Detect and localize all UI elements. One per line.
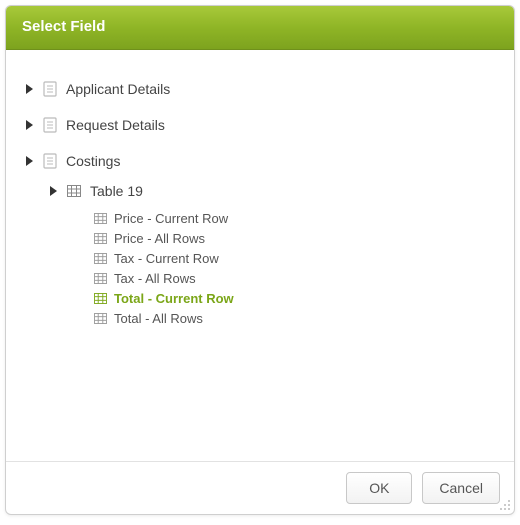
table-icon <box>92 273 108 284</box>
tree-node-label: Request Details <box>66 117 165 133</box>
field-tree: Applicant Details Request Details <box>24 78 496 328</box>
document-icon <box>42 81 58 97</box>
table-icon <box>92 313 108 324</box>
dialog-footer: OK Cancel <box>6 461 514 514</box>
table-icon <box>66 185 82 197</box>
tree-leaf-price-current-row[interactable]: Price - Current Row <box>92 208 496 228</box>
tree-leaf-total-all-rows[interactable]: Total - All Rows <box>92 308 496 328</box>
expand-collapse-icon[interactable] <box>24 84 36 94</box>
dialog-titlebar: Select Field <box>6 6 514 50</box>
table-icon <box>92 293 108 304</box>
tree-leaf-tax-current-row[interactable]: Tax - Current Row <box>92 248 496 268</box>
table-icon <box>92 253 108 264</box>
document-icon <box>42 153 58 169</box>
tree-node-label: Table 19 <box>90 183 143 199</box>
tree-leaf-label: Tax - Current Row <box>114 251 219 266</box>
dialog-title: Select Field <box>22 18 105 35</box>
expand-collapse-icon[interactable] <box>24 156 36 166</box>
tree-node-table-19[interactable]: Table 19 <box>48 180 496 202</box>
tree-leaf-tax-all-rows[interactable]: Tax - All Rows <box>92 268 496 288</box>
tree-node-label: Costings <box>66 153 120 169</box>
document-icon <box>42 117 58 133</box>
tree-leaf-label: Price - All Rows <box>114 231 205 246</box>
tree-leaf-label: Total - Current Row <box>114 291 234 306</box>
dialog-content: Applicant Details Request Details <box>6 50 514 461</box>
tree-leaf-total-current-row[interactable]: Total - Current Row <box>92 288 496 308</box>
cancel-button[interactable]: Cancel <box>422 472 500 504</box>
resize-grip-icon[interactable] <box>497 497 511 511</box>
table-icon <box>92 213 108 224</box>
expand-collapse-icon[interactable] <box>48 186 60 196</box>
expand-collapse-icon[interactable] <box>24 120 36 130</box>
tree-node-label: Applicant Details <box>66 81 170 97</box>
tree-node-applicant-details[interactable]: Applicant Details <box>24 78 496 100</box>
ok-button[interactable]: OK <box>346 472 412 504</box>
tree-leaf-label: Price - Current Row <box>114 211 228 226</box>
tree-leaf-label: Total - All Rows <box>114 311 203 326</box>
tree-leaf-price-all-rows[interactable]: Price - All Rows <box>92 228 496 248</box>
select-field-dialog: Select Field Applicant Details <box>5 5 515 515</box>
tree-node-costings[interactable]: Costings <box>24 150 496 172</box>
tree-leaf-label: Tax - All Rows <box>114 271 196 286</box>
table-icon <box>92 233 108 244</box>
tree-node-request-details[interactable]: Request Details <box>24 114 496 136</box>
